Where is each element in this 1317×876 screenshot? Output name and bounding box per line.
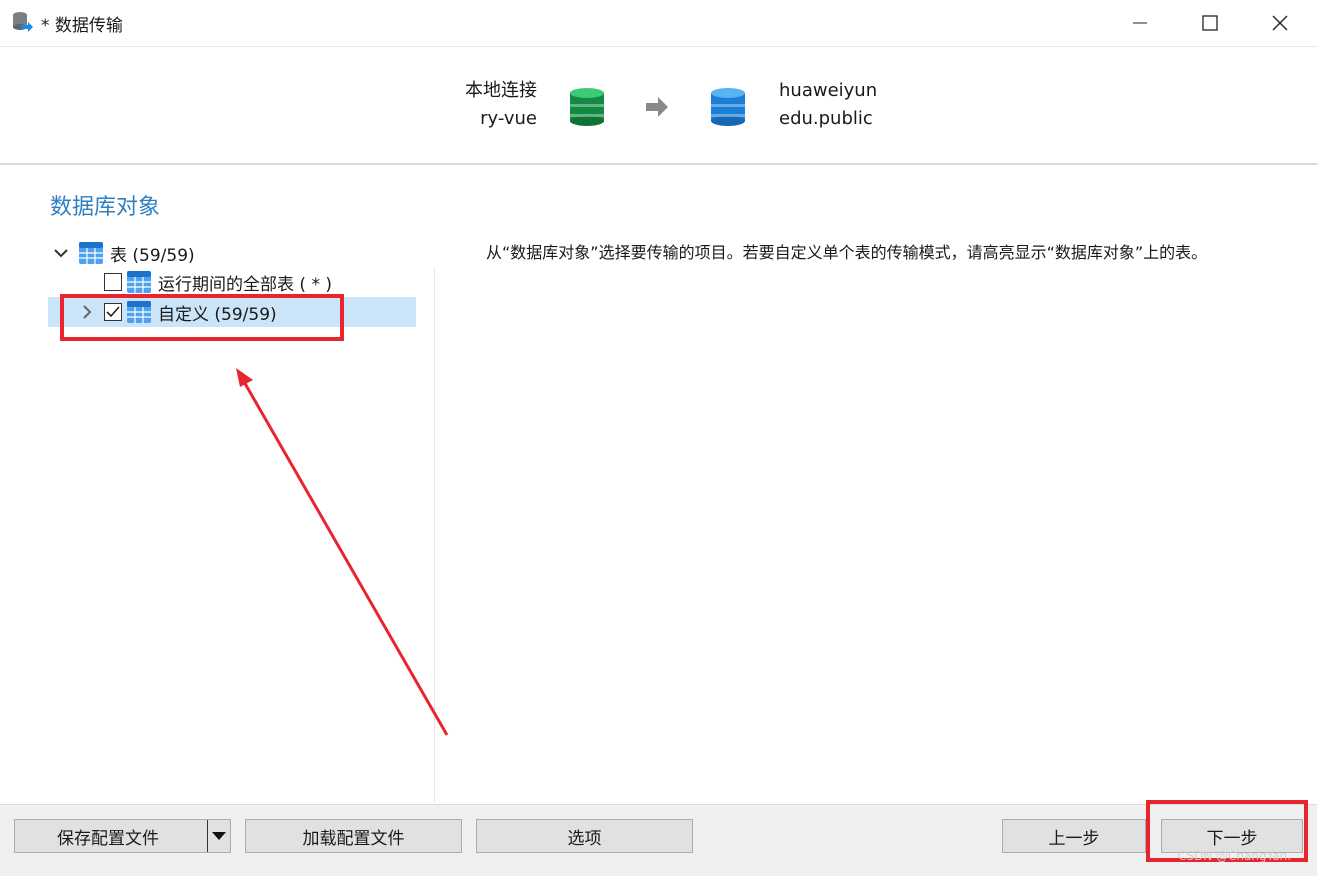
table-icon bbox=[127, 271, 151, 293]
next-label: 下一步 bbox=[1206, 828, 1258, 849]
next-button[interactable]: 下一步 bbox=[1161, 819, 1303, 853]
caret-down-icon bbox=[212, 832, 226, 840]
maximize-icon bbox=[1202, 15, 1218, 31]
checkbox-custom[interactable] bbox=[104, 303, 122, 321]
tree-expander[interactable] bbox=[74, 297, 100, 327]
target-database-name: edu.public bbox=[779, 108, 873, 129]
load-profile-label: 加载配置文件 bbox=[302, 828, 405, 849]
tree-node-all-tables-runtime[interactable]: 运行期间的全部表 ( * ) bbox=[48, 267, 416, 297]
chevron-down-icon bbox=[54, 249, 68, 258]
save-profile-dropdown[interactable] bbox=[207, 820, 230, 852]
table-icon bbox=[127, 301, 151, 323]
back-button[interactable]: 上一步 bbox=[1002, 819, 1146, 853]
minimize-button[interactable] bbox=[1104, 0, 1176, 46]
source-database-name: ry-vue bbox=[480, 108, 537, 129]
close-icon bbox=[1272, 15, 1288, 31]
checkmark-icon bbox=[106, 306, 120, 318]
database-object-tree[interactable]: 表 (59/59) 运行期间的全部表 ( * ) 自定义 (59/59) bbox=[48, 236, 416, 796]
section-title: 数据库对象 bbox=[50, 195, 161, 220]
target-connection: huaweiyun edu.public bbox=[779, 77, 877, 133]
arrow-right-icon bbox=[646, 97, 668, 117]
database-blue-icon bbox=[711, 88, 745, 126]
tree-node-custom[interactable]: 自定义 (59/59) bbox=[48, 297, 416, 327]
save-profile-label: 保存配置文件 bbox=[57, 828, 159, 849]
panel-divider[interactable] bbox=[434, 268, 435, 802]
minimize-icon bbox=[1133, 22, 1147, 24]
checkbox-all-tables[interactable] bbox=[104, 273, 122, 291]
maximize-button[interactable] bbox=[1174, 0, 1246, 46]
database-transfer-icon bbox=[13, 12, 33, 32]
options-label: 选项 bbox=[567, 828, 602, 849]
close-button[interactable] bbox=[1244, 0, 1316, 46]
watermark: CSDN @ChangYan. bbox=[1178, 849, 1292, 863]
back-label: 上一步 bbox=[1048, 828, 1100, 849]
database-green-icon bbox=[570, 88, 604, 126]
load-profile-button[interactable]: 加载配置文件 bbox=[245, 819, 462, 853]
transfer-header: 本地连接 ry-vue huaweiyun edu.public bbox=[0, 47, 1317, 165]
tree-node-tables[interactable]: 表 (59/59) bbox=[48, 238, 416, 268]
source-connection: 本地连接 ry-vue bbox=[465, 77, 537, 133]
tree-node-label: 自定义 (59/59) bbox=[158, 304, 277, 325]
footer-bar: 保存配置文件 加载配置文件 选项 上一步 下一步 bbox=[0, 804, 1317, 876]
tree-expander[interactable] bbox=[48, 238, 74, 268]
save-profile-button[interactable]: 保存配置文件 bbox=[14, 819, 231, 853]
options-button[interactable]: 选项 bbox=[476, 819, 693, 853]
window-title: * 数据传输 bbox=[41, 16, 123, 36]
chevron-right-icon bbox=[83, 305, 92, 319]
tree-node-label: 表 (59/59) bbox=[110, 245, 195, 266]
target-connection-name: huaweiyun bbox=[779, 80, 878, 101]
title-bar: * 数据传输 bbox=[0, 0, 1317, 47]
description-text: 从“数据库对象”选择要传输的项目。若要自定义单个表的传输模式，请高亮显示“数据库… bbox=[486, 243, 1208, 262]
table-icon bbox=[79, 242, 103, 264]
source-connection-name: 本地连接 bbox=[465, 80, 537, 101]
tree-node-label: 运行期间的全部表 ( * ) bbox=[158, 274, 332, 295]
